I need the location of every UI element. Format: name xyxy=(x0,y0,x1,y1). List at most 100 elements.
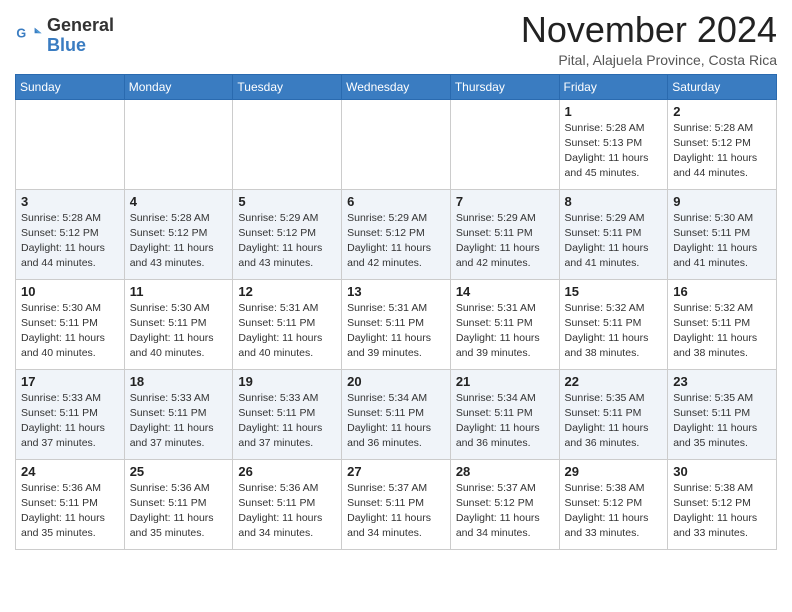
calendar-cell: 3Sunrise: 5:28 AM Sunset: 5:12 PM Daylig… xyxy=(16,189,125,279)
header: G General Blue November 2024 Pital, Alaj… xyxy=(15,10,777,68)
weekday-header-sunday: Sunday xyxy=(16,74,125,99)
calendar-cell: 4 Sunrise: 5:28 AM Sunset: 5:12 PM Daylig… xyxy=(124,189,233,279)
svg-text:G: G xyxy=(16,26,26,40)
calendar-cell: 26Sunrise: 5:36 AM Sunset: 5:11 PM Dayli… xyxy=(233,459,342,549)
day-number: 29 xyxy=(565,464,663,479)
calendar-cell: 12 Sunrise: 5:31 AM Sunset: 5:11 PM Dayli… xyxy=(233,279,342,369)
day-info: Sunrise: 5:34 AM Sunset: 5:11 PM Dayligh… xyxy=(347,391,445,452)
day-info: Sunrise: 5:29 AM Sunset: 5:12 PM Dayligh… xyxy=(347,211,445,272)
calendar-cell: 16Sunrise: 5:32 AM Sunset: 5:11 PM Dayli… xyxy=(668,279,777,369)
day-number: 28 xyxy=(456,464,554,479)
day-info: Sunrise: 5:33 AM Sunset: 5:11 PM Dayligh… xyxy=(21,391,119,452)
calendar-cell: 8 Sunrise: 5:29 AM Sunset: 5:11 PM Daylig… xyxy=(559,189,668,279)
calendar-cell: 28 Sunrise: 5:37 AM Sunset: 5:12 PM Dayli… xyxy=(450,459,559,549)
day-info: Sunrise: 5:36 AM Sunset: 5:11 PM Dayligh… xyxy=(21,481,119,542)
day-info: Sunrise: 5:29 AM Sunset: 5:11 PM Dayligh… xyxy=(565,211,663,272)
day-number: 25 xyxy=(130,464,228,479)
day-number: 9 xyxy=(673,194,771,209)
calendar-cell: 20 Sunrise: 5:34 AM Sunset: 5:11 PM Dayli… xyxy=(342,369,451,459)
day-number: 1 xyxy=(565,104,663,119)
day-number: 14 xyxy=(456,284,554,299)
day-number: 23 xyxy=(673,374,771,389)
location-subtitle: Pital, Alajuela Province, Costa Rica xyxy=(521,52,777,68)
day-info: Sunrise: 5:32 AM Sunset: 5:11 PM Dayligh… xyxy=(565,301,663,362)
day-info: Sunrise: 5:28 AM Sunset: 5:12 PM Dayligh… xyxy=(673,121,771,182)
weekday-header-row: SundayMondayTuesdayWednesdayThursdayFrid… xyxy=(16,74,777,99)
calendar-cell: 13Sunrise: 5:31 AM Sunset: 5:11 PM Dayli… xyxy=(342,279,451,369)
calendar-cell xyxy=(450,99,559,189)
calendar-cell: 19Sunrise: 5:33 AM Sunset: 5:11 PM Dayli… xyxy=(233,369,342,459)
day-number: 21 xyxy=(456,374,554,389)
calendar-cell: 7Sunrise: 5:29 AM Sunset: 5:11 PM Daylig… xyxy=(450,189,559,279)
day-info: Sunrise: 5:30 AM Sunset: 5:11 PM Dayligh… xyxy=(673,211,771,272)
day-number: 18 xyxy=(130,374,228,389)
week-row-2: 3 Sunrise: 5:28 AM Sunset: 5:12 PM Daylig… xyxy=(16,189,777,279)
day-info: Sunrise: 5:38 AM Sunset: 5:12 PM Dayligh… xyxy=(673,481,771,542)
calendar-cell: 1 Sunrise: 5:28 AM Sunset: 5:13 PM Daylig… xyxy=(559,99,668,189)
day-info: Sunrise: 5:31 AM Sunset: 5:11 PM Dayligh… xyxy=(456,301,554,362)
calendar-cell: 2 Sunrise: 5:28 AM Sunset: 5:12 PM Daylig… xyxy=(668,99,777,189)
day-info: Sunrise: 5:29 AM Sunset: 5:12 PM Dayligh… xyxy=(238,211,336,272)
day-info: Sunrise: 5:28 AM Sunset: 5:13 PM Dayligh… xyxy=(565,121,663,182)
day-number: 5 xyxy=(238,194,336,209)
calendar-table: SundayMondayTuesdayWednesdayThursdayFrid… xyxy=(15,74,777,550)
day-number: 11 xyxy=(130,284,228,299)
title-area: November 2024 Pital, Alajuela Province, … xyxy=(521,10,777,68)
day-number: 4 xyxy=(130,194,228,209)
day-number: 22 xyxy=(565,374,663,389)
day-number: 12 xyxy=(238,284,336,299)
day-info: Sunrise: 5:31 AM Sunset: 5:11 PM Dayligh… xyxy=(347,301,445,362)
calendar-cell: 25Sunrise: 5:36 AM Sunset: 5:11 PM Dayli… xyxy=(124,459,233,549)
weekday-header-friday: Friday xyxy=(559,74,668,99)
day-number: 3 xyxy=(21,194,119,209)
week-row-1: 1 Sunrise: 5:28 AM Sunset: 5:13 PM Daylig… xyxy=(16,99,777,189)
calendar-cell: 6 Sunrise: 5:29 AM Sunset: 5:12 PM Daylig… xyxy=(342,189,451,279)
day-info: Sunrise: 5:34 AM Sunset: 5:11 PM Dayligh… xyxy=(456,391,554,452)
day-info: Sunrise: 5:30 AM Sunset: 5:11 PM Dayligh… xyxy=(21,301,119,362)
day-info: Sunrise: 5:33 AM Sunset: 5:11 PM Dayligh… xyxy=(130,391,228,452)
day-info: Sunrise: 5:30 AM Sunset: 5:11 PM Dayligh… xyxy=(130,301,228,362)
day-info: Sunrise: 5:31 AM Sunset: 5:11 PM Dayligh… xyxy=(238,301,336,362)
calendar-cell xyxy=(16,99,125,189)
calendar-cell: 10 Sunrise: 5:30 AM Sunset: 5:11 PM Dayli… xyxy=(16,279,125,369)
day-info: Sunrise: 5:35 AM Sunset: 5:11 PM Dayligh… xyxy=(565,391,663,452)
calendar-cell: 21 Sunrise: 5:34 AM Sunset: 5:11 PM Dayli… xyxy=(450,369,559,459)
calendar-cell: 27 Sunrise: 5:37 AM Sunset: 5:11 PM Dayli… xyxy=(342,459,451,549)
logo: G General Blue xyxy=(15,10,114,56)
calendar-cell: 22 Sunrise: 5:35 AM Sunset: 5:11 PM Dayli… xyxy=(559,369,668,459)
day-number: 7 xyxy=(456,194,554,209)
calendar-cell: 5 Sunrise: 5:29 AM Sunset: 5:12 PM Daylig… xyxy=(233,189,342,279)
day-info: Sunrise: 5:36 AM Sunset: 5:11 PM Dayligh… xyxy=(238,481,336,542)
week-row-5: 24 Sunrise: 5:36 AM Sunset: 5:11 PM Dayli… xyxy=(16,459,777,549)
logo-text: General Blue xyxy=(47,16,114,56)
weekday-header-saturday: Saturday xyxy=(668,74,777,99)
calendar-cell: 17Sunrise: 5:33 AM Sunset: 5:11 PM Dayli… xyxy=(16,369,125,459)
calendar-cell: 11 Sunrise: 5:30 AM Sunset: 5:11 PM Dayli… xyxy=(124,279,233,369)
day-number: 30 xyxy=(673,464,771,479)
logo-icon: G xyxy=(15,22,43,50)
day-number: 27 xyxy=(347,464,445,479)
calendar-cell: 9 Sunrise: 5:30 AM Sunset: 5:11 PM Daylig… xyxy=(668,189,777,279)
day-info: Sunrise: 5:37 AM Sunset: 5:12 PM Dayligh… xyxy=(456,481,554,542)
calendar-cell: 18 Sunrise: 5:33 AM Sunset: 5:11 PM Dayli… xyxy=(124,369,233,459)
calendar-cell: 24 Sunrise: 5:36 AM Sunset: 5:11 PM Dayli… xyxy=(16,459,125,549)
calendar-cell xyxy=(342,99,451,189)
day-info: Sunrise: 5:37 AM Sunset: 5:11 PM Dayligh… xyxy=(347,481,445,542)
weekday-header-tuesday: Tuesday xyxy=(233,74,342,99)
day-info: Sunrise: 5:28 AM Sunset: 5:12 PM Dayligh… xyxy=(130,211,228,272)
calendar-cell: 15Sunrise: 5:32 AM Sunset: 5:11 PM Dayli… xyxy=(559,279,668,369)
day-number: 6 xyxy=(347,194,445,209)
day-info: Sunrise: 5:35 AM Sunset: 5:11 PM Dayligh… xyxy=(673,391,771,452)
month-title: November 2024 xyxy=(521,10,777,50)
day-number: 24 xyxy=(21,464,119,479)
day-number: 2 xyxy=(673,104,771,119)
calendar-cell xyxy=(124,99,233,189)
day-number: 20 xyxy=(347,374,445,389)
week-row-4: 17Sunrise: 5:33 AM Sunset: 5:11 PM Dayli… xyxy=(16,369,777,459)
day-number: 10 xyxy=(21,284,119,299)
weekday-header-wednesday: Wednesday xyxy=(342,74,451,99)
weekday-header-thursday: Thursday xyxy=(450,74,559,99)
calendar-cell: 29Sunrise: 5:38 AM Sunset: 5:12 PM Dayli… xyxy=(559,459,668,549)
calendar-cell: 30 Sunrise: 5:38 AM Sunset: 5:12 PM Dayli… xyxy=(668,459,777,549)
day-number: 8 xyxy=(565,194,663,209)
